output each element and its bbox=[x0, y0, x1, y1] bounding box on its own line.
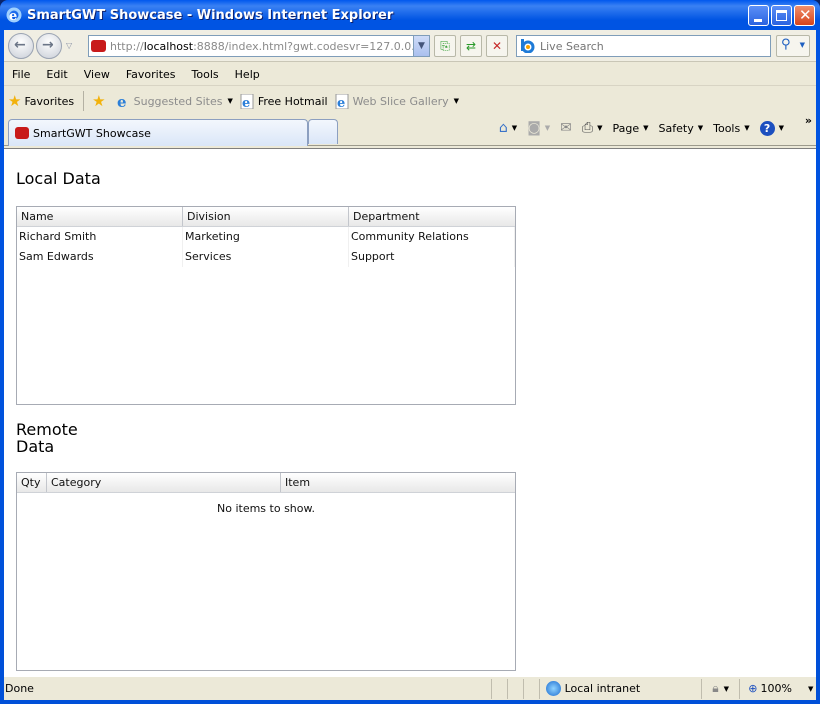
print-button[interactable]: ⎙ ▼ bbox=[582, 120, 603, 136]
home-button[interactable]: ⌂ ▼ bbox=[499, 120, 517, 136]
read-mail-button[interactable]: ✉ bbox=[560, 120, 572, 136]
site-favicon bbox=[15, 127, 29, 139]
column-header-name[interactable]: Name bbox=[17, 207, 183, 226]
close-button[interactable]: ✕ bbox=[794, 5, 815, 26]
web-slice-gallery-link[interactable]: e Web Slice Gallery ▼ bbox=[335, 93, 460, 111]
add-to-favorites-bar-button[interactable]: ★ bbox=[92, 92, 108, 110]
empty-message: No items to show. bbox=[217, 502, 315, 515]
menu-help[interactable]: Help bbox=[227, 68, 268, 81]
mail-icon: ✉ bbox=[560, 120, 572, 136]
chevron-down-icon: ▼ bbox=[227, 97, 233, 105]
column-header-qty[interactable]: Qty bbox=[17, 473, 47, 492]
menu-edit[interactable]: Edit bbox=[38, 68, 75, 81]
local-data-heading: Local Data bbox=[16, 169, 101, 188]
menu-favorites[interactable]: Favorites bbox=[118, 68, 184, 81]
suggested-sites-link[interactable]: e Suggested Sites ▼ bbox=[116, 93, 233, 111]
feeds-button[interactable]: ◙ ▼ bbox=[527, 120, 550, 136]
column-header-division[interactable]: Division bbox=[183, 207, 349, 226]
add-favorite-star-icon: ★ bbox=[92, 92, 106, 110]
rss-feed-icon: ◙ bbox=[527, 120, 541, 136]
magnifier-icon: ⚲ bbox=[781, 37, 791, 52]
ie-page-icon: e bbox=[335, 93, 350, 111]
column-header-item[interactable]: Item bbox=[281, 473, 515, 492]
zoom-level-button[interactable]: ⊕ 100% ▼ bbox=[739, 678, 816, 699]
address-url[interactable]: http://localhost:8888/index.html?gwt.cod… bbox=[110, 40, 429, 53]
table-row[interactable]: Richard Smith Marketing Community Relati… bbox=[17, 227, 515, 247]
ie-logo-icon: e bbox=[6, 7, 22, 24]
remote-data-grid: Qty Category Item No items to show. bbox=[16, 472, 516, 671]
column-header-category[interactable]: Category bbox=[47, 473, 281, 492]
security-zone[interactable]: Local intranet bbox=[538, 678, 702, 699]
intranet-globe-icon bbox=[545, 681, 561, 696]
window-title: SmartGWT Showcase - Windows Internet Exp… bbox=[27, 7, 394, 23]
chevron-more-icon[interactable]: » bbox=[805, 114, 812, 127]
grid-header: Name Division Department bbox=[17, 207, 515, 227]
forward-arrow-icon: → bbox=[42, 37, 54, 53]
back-button[interactable]: ← bbox=[8, 33, 34, 59]
address-bar[interactable]: http://localhost:8888/index.html?gwt.cod… bbox=[88, 35, 430, 57]
menu-tools[interactable]: Tools bbox=[184, 68, 227, 81]
search-input[interactable] bbox=[540, 39, 760, 53]
free-hotmail-link[interactable]: e Free Hotmail bbox=[240, 93, 328, 111]
menu-file[interactable]: File bbox=[4, 68, 38, 81]
compatibility-view-button[interactable]: ⎘ bbox=[434, 35, 456, 57]
title-bar: e SmartGWT Showcase - Windows Internet E… bbox=[0, 0, 820, 30]
ie-page-icon: e bbox=[240, 93, 255, 111]
command-bar: ⌂ ▼ ◙ ▼ ✉ ⎙ ▼ Page ▼ Safety ▼ Tools ▼ ? ▼ bbox=[489, 120, 808, 136]
table-row[interactable]: Sam Edwards Services Support bbox=[17, 247, 515, 267]
printer-icon: ⎙ bbox=[581, 120, 594, 136]
separator bbox=[83, 91, 85, 111]
forward-button[interactable]: → bbox=[36, 33, 62, 59]
minimize-button[interactable] bbox=[748, 5, 769, 26]
help-icon: ? bbox=[759, 120, 775, 136]
svg-text:e: e bbox=[337, 96, 345, 109]
search-options-dropdown[interactable]: ▼ bbox=[800, 41, 805, 49]
tab-smartgwt-showcase[interactable]: SmartGWT Showcase bbox=[8, 119, 308, 146]
remote-data-heading: Remote Data bbox=[16, 420, 78, 456]
navigation-bar: ← → ▽ http://localhost:8888/index.html?g… bbox=[4, 30, 816, 62]
home-icon: ⌂ bbox=[498, 120, 508, 136]
menu-view[interactable]: View bbox=[76, 68, 118, 81]
favorites-bar: ★ Favorites ★ e Suggested Sites ▼ e Free Hot… bbox=[4, 87, 816, 115]
ie-icon: e bbox=[116, 93, 131, 111]
lock-globe-icon: 🔒︎ bbox=[712, 681, 719, 695]
maximize-button[interactable] bbox=[771, 5, 792, 26]
search-button[interactable]: ⚲ ▼ bbox=[776, 35, 810, 57]
recent-pages-dropdown[interactable]: ▽ bbox=[66, 41, 72, 50]
svg-text:e: e bbox=[9, 9, 17, 23]
live-search-icon bbox=[520, 39, 536, 54]
favorites-button[interactable]: ★ Favorites bbox=[8, 92, 74, 110]
column-header-department[interactable]: Department bbox=[349, 207, 515, 226]
status-text: Done bbox=[5, 682, 34, 695]
menu-bar: File Edit View Favorites Tools Help bbox=[4, 63, 816, 86]
star-icon: ★ bbox=[8, 92, 22, 110]
browser-window: e SmartGWT Showcase - Windows Internet E… bbox=[0, 0, 820, 704]
chevron-down-icon: ▼ bbox=[453, 97, 460, 105]
tools-menu[interactable]: Tools ▼ bbox=[713, 122, 750, 135]
zoom-icon: ⊕ bbox=[748, 682, 758, 695]
safety-menu[interactable]: Safety ▼ bbox=[659, 122, 704, 135]
page-menu[interactable]: Page ▼ bbox=[613, 122, 649, 135]
local-data-grid: Name Division Department Richard Smith M… bbox=[16, 206, 516, 405]
address-dropdown-icon[interactable]: ▼ bbox=[413, 36, 429, 56]
site-favicon bbox=[91, 40, 106, 52]
page-content: Local Data Name Division Department Rich… bbox=[4, 148, 816, 676]
help-menu[interactable]: ? ▼ bbox=[759, 120, 784, 136]
new-tab-button[interactable] bbox=[308, 119, 338, 144]
status-bar: Done Local intranet 🔒︎ ▼ ⊕ 100% ▼ bbox=[4, 676, 816, 700]
svg-text:e: e bbox=[117, 94, 127, 109]
svg-text:e: e bbox=[242, 96, 250, 109]
refresh-button[interactable]: ⇄ bbox=[460, 35, 482, 57]
tab-row: SmartGWT Showcase ⌂ ▼ ◙ ▼ ✉ ⎙ ▼ Page ▼ Safet… bbox=[4, 114, 816, 146]
protected-mode-button[interactable]: 🔒︎ ▼ bbox=[701, 678, 739, 699]
grid-header: Qty Category Item bbox=[17, 473, 515, 493]
stop-button[interactable]: ✕ bbox=[486, 35, 508, 57]
back-arrow-icon: ← bbox=[14, 37, 26, 53]
search-box[interactable] bbox=[516, 35, 771, 57]
